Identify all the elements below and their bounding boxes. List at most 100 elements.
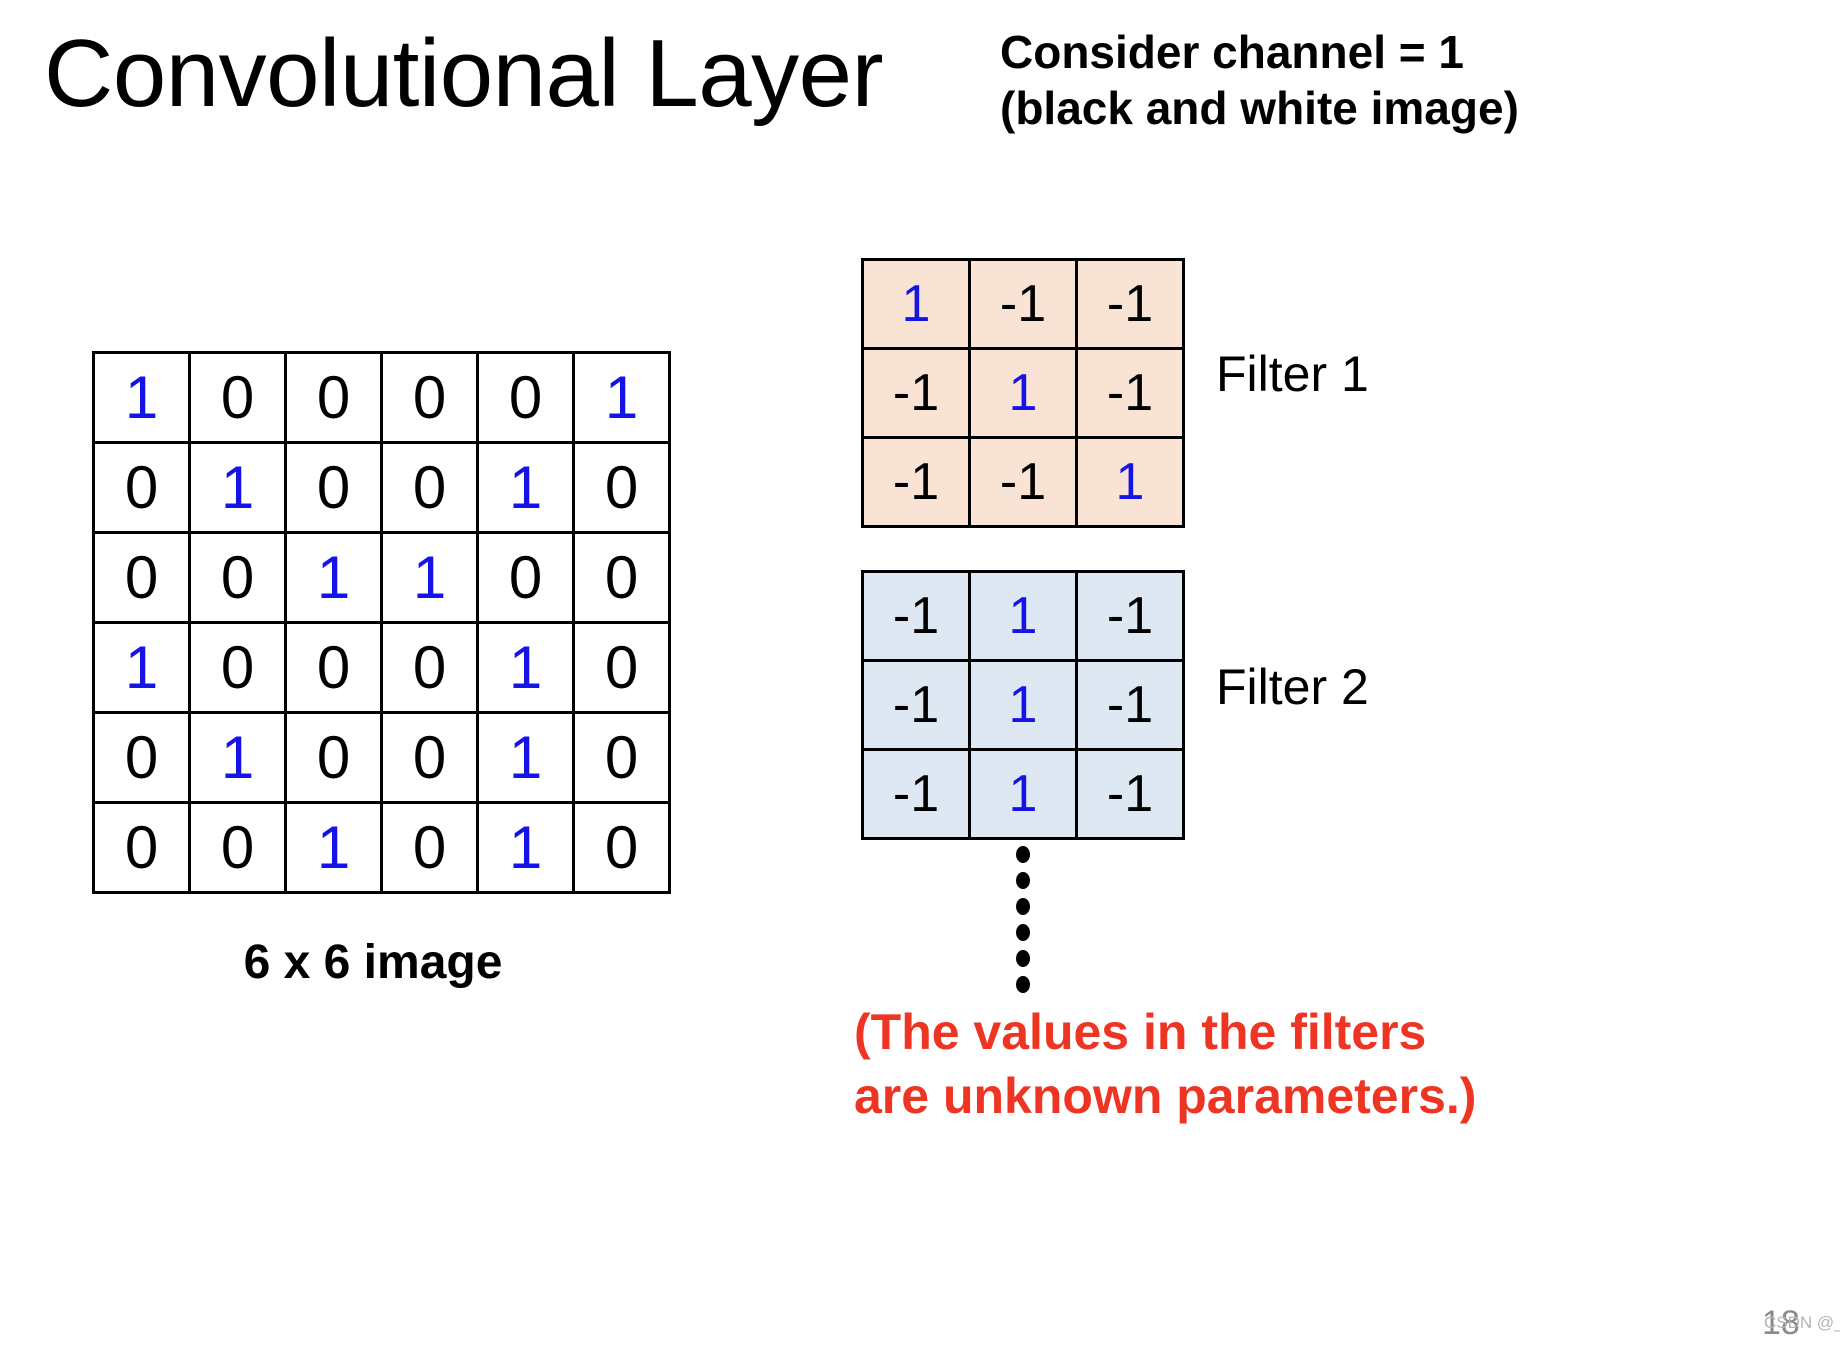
filter-cell: 1 — [1075, 436, 1185, 528]
cell-value: 0 — [316, 454, 351, 521]
cell-value: 0 — [316, 364, 351, 431]
cell-value: 1 — [508, 634, 543, 701]
cell-value: 1 — [508, 814, 543, 881]
table-row: -1 1 -1 — [861, 659, 1185, 751]
cell-value: 1 — [1008, 364, 1038, 422]
filter-2-block: -1 1 -1 -1 1 -1 -1 1 -1 — [861, 570, 1185, 840]
cell-value: 1 — [901, 275, 931, 333]
image-cell: 0 — [572, 441, 671, 534]
ellipsis-dot — [1016, 846, 1030, 863]
cell-value: 0 — [316, 724, 351, 791]
cell-value: 1 — [1008, 587, 1038, 645]
image-matrix-caption: 6 x 6 image — [243, 936, 503, 989]
cell-value: 0 — [220, 364, 255, 431]
cell-value: 1 — [1008, 676, 1038, 734]
image-cell: 1 — [284, 531, 383, 624]
image-cell: 0 — [188, 801, 287, 894]
channel-note-line-2: (black and white image) — [1000, 82, 1519, 135]
cell-value: -1 — [999, 275, 1047, 333]
filter-1-label: Filter 1 — [1216, 346, 1369, 402]
cell-value: -1 — [1106, 676, 1154, 734]
cell-value: -1 — [1106, 765, 1154, 823]
cell-value: -1 — [1106, 587, 1154, 645]
table-row: -1 1 -1 — [861, 347, 1185, 439]
image-cell: 1 — [92, 351, 191, 444]
page-title: Convolutional Layer — [44, 20, 884, 127]
image-cell: 1 — [92, 621, 191, 714]
cell-value: 0 — [124, 544, 159, 611]
cell-value: 0 — [412, 454, 447, 521]
image-cell: 0 — [572, 621, 671, 714]
image-cell: 0 — [572, 801, 671, 894]
image-cell: 0 — [284, 441, 383, 534]
cell-value: 1 — [412, 544, 447, 611]
table-row: -1 1 -1 — [861, 748, 1185, 840]
filter-1-grid: 1 -1 -1 -1 1 -1 -1 -1 1 — [861, 258, 1185, 528]
cell-value: 1 — [124, 634, 159, 701]
image-cell: 0 — [92, 441, 191, 534]
cell-value: 0 — [124, 454, 159, 521]
cell-value: -1 — [1106, 364, 1154, 422]
cell-value: 1 — [220, 724, 255, 791]
table-row: 0 0 1 0 1 0 — [92, 801, 671, 894]
cell-value: 0 — [412, 634, 447, 701]
cell-value: 1 — [508, 724, 543, 791]
cell-value: 1 — [316, 814, 351, 881]
table-row: -1 -1 1 — [861, 436, 1185, 528]
cell-value: 0 — [412, 814, 447, 881]
filter-cell: 1 — [968, 748, 1078, 840]
cell-value: 0 — [412, 364, 447, 431]
channel-note: Consider channel = 1 (black and white im… — [1000, 24, 1519, 136]
image-cell: 0 — [92, 531, 191, 624]
watermark: CSDN @_lofty — [1764, 1313, 1840, 1332]
image-cell: 1 — [476, 801, 575, 894]
ellipsis-dot — [1016, 872, 1030, 889]
table-row: 1 0 0 0 0 1 — [92, 351, 671, 444]
cell-value: 0 — [220, 814, 255, 881]
table-row: -1 1 -1 — [861, 570, 1185, 662]
image-cell: 1 — [188, 441, 287, 534]
image-cell: 0 — [92, 801, 191, 894]
cell-value: 0 — [604, 544, 639, 611]
cell-value: 0 — [220, 544, 255, 611]
filter-2-grid: -1 1 -1 -1 1 -1 -1 1 -1 — [861, 570, 1185, 840]
table-row: 1 0 0 0 1 0 — [92, 621, 671, 714]
filter-1-block: 1 -1 -1 -1 1 -1 -1 -1 1 — [861, 258, 1185, 528]
vertical-ellipsis-icon — [1008, 846, 1038, 1002]
image-cell: 1 — [188, 711, 287, 804]
cell-value: -1 — [999, 453, 1047, 511]
image-cell: 0 — [380, 711, 479, 804]
cell-value: -1 — [892, 364, 940, 422]
image-cell: 0 — [572, 711, 671, 804]
filter-cell: -1 — [1075, 570, 1185, 662]
image-cell: 0 — [476, 531, 575, 624]
cell-value: 1 — [1008, 765, 1038, 823]
cell-value: -1 — [892, 453, 940, 511]
cell-value: 1 — [220, 454, 255, 521]
ellipsis-dot — [1016, 924, 1030, 941]
filter-cell: 1 — [968, 347, 1078, 439]
image-cell: 1 — [476, 621, 575, 714]
filter-cell: -1 — [861, 570, 971, 662]
filter-cell: -1 — [861, 748, 971, 840]
image-cell: 0 — [188, 351, 287, 444]
image-cell: 0 — [92, 711, 191, 804]
filter-cell: -1 — [968, 258, 1078, 350]
cell-value: 0 — [508, 364, 543, 431]
image-cell: 1 — [476, 441, 575, 534]
image-cell: 1 — [284, 801, 383, 894]
cell-value: 1 — [604, 364, 639, 431]
filter-cell: -1 — [1075, 659, 1185, 751]
filter-cell: -1 — [968, 436, 1078, 528]
filter-cell: -1 — [861, 659, 971, 751]
table-row: 0 1 0 0 1 0 — [92, 441, 671, 534]
cell-value: 0 — [604, 814, 639, 881]
filter-note-line-1: (The values in the filters — [854, 1004, 1427, 1060]
cell-value: 1 — [124, 364, 159, 431]
cell-value: -1 — [892, 765, 940, 823]
cell-value: 0 — [604, 454, 639, 521]
cell-value: 0 — [220, 634, 255, 701]
filter-cell: 1 — [968, 659, 1078, 751]
cell-value: 0 — [412, 724, 447, 791]
filter-cell: -1 — [1075, 347, 1185, 439]
